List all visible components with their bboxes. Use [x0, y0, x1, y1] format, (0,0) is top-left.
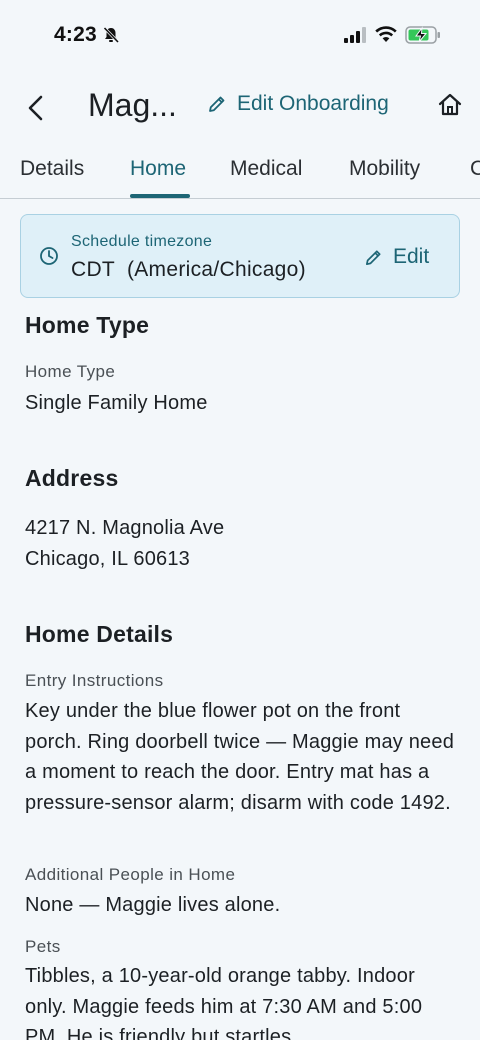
section-title-home-details: Home Details	[25, 621, 174, 647]
address-value: 4217 N. Magnolia Ave Chicago, IL 60613	[25, 513, 460, 574]
entry-instructions-field: Entry Instructions	[25, 671, 460, 691]
chevron-left-icon	[28, 95, 43, 121]
battery-charging-icon	[405, 25, 441, 50]
app-header: Mag... Edit Onboarding	[0, 82, 480, 134]
address-line-2: Chicago, IL 60613	[25, 547, 191, 570]
additional-people-value: None — Maggie lives alone.	[25, 894, 281, 916]
pets-value-row: Tibbles, a 10-year-old orange tabby. Ind…	[25, 961, 460, 1040]
active-tab-indicator	[130, 194, 190, 198]
additional-people-field: Additional People in Home	[25, 865, 460, 885]
tab-overflow[interactable]: C	[470, 157, 480, 181]
cellular-signal-icon	[344, 27, 368, 48]
entry-instructions-label: Entry Instructions	[25, 671, 164, 690]
tab-medical[interactable]: Medical	[230, 157, 302, 181]
schedule-timezone-card: Schedule timezone CDT (America/Chicago) …	[20, 214, 460, 298]
home-type-value-row: Single Family Home	[25, 388, 460, 419]
back-button[interactable]	[20, 90, 50, 126]
timezone-label: Schedule timezone	[71, 233, 213, 250]
home-type-section: Home Type	[25, 312, 460, 339]
entry-instructions-value-row: Key under the blue flower pot on the fro…	[25, 696, 460, 818]
tab-mobility[interactable]: Mobility	[349, 157, 420, 181]
home-type-field: Home Type	[25, 362, 460, 382]
home-type-value: Single Family Home	[25, 392, 208, 414]
edit-onboarding-button[interactable]: Edit Onboarding	[207, 92, 389, 116]
pets-value: Tibbles, a 10-year-old orange tabby. Ind…	[25, 965, 423, 1040]
home-icon	[438, 93, 462, 116]
status-time: 4:23	[54, 23, 97, 46]
additional-people-label: Additional People in Home	[25, 865, 236, 884]
edit-onboarding-label: Edit Onboarding	[237, 92, 389, 115]
wifi-icon	[374, 25, 398, 48]
tab-details[interactable]: Details	[20, 157, 84, 181]
home-button[interactable]	[437, 92, 465, 122]
edit-timezone-button[interactable]: Edit	[364, 245, 429, 269]
tab-home[interactable]: Home	[130, 157, 186, 181]
edit-timezone-label: Edit	[393, 245, 430, 268]
additional-people-value-row: None — Maggie lives alone.	[25, 890, 460, 921]
pencil-icon	[365, 249, 381, 265]
address-line-1: 4217 N. Magnolia Ave	[25, 517, 225, 539]
clock-icon	[39, 246, 59, 271]
tab-bar: Details Home Medical Mobility C	[0, 150, 480, 199]
pets-label: Pets	[25, 937, 61, 956]
address-section: Address	[25, 465, 460, 492]
pets-field: Pets	[25, 937, 460, 957]
pencil-icon	[209, 96, 225, 112]
home-type-label: Home Type	[25, 362, 116, 381]
timezone-value: CDT (America/Chicago)	[71, 258, 306, 281]
status-bar: 4:23	[0, 0, 480, 70]
client-name-title: Mag...	[88, 87, 177, 123]
entry-instructions-value: Key under the blue flower pot on the fro…	[25, 700, 455, 814]
section-title-address: Address	[25, 465, 119, 491]
section-title-home-type: Home Type	[25, 312, 150, 338]
home-details-section: Home Details	[25, 621, 460, 648]
bell-slash-icon	[102, 26, 120, 49]
